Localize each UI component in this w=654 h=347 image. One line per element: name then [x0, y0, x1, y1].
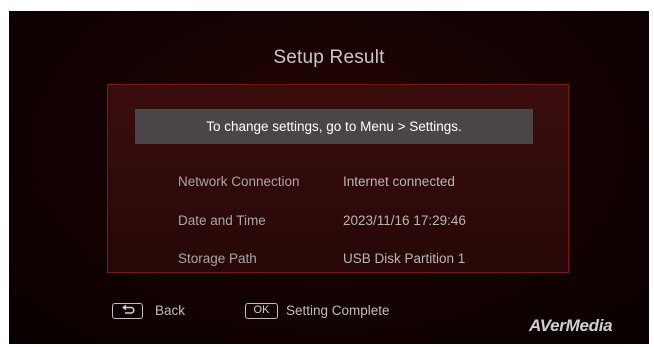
brand-logo: AVerMedia: [529, 316, 613, 335]
page-title: Setup Result: [273, 47, 385, 68]
settings-notice: To change settings, go to Menu > Setting…: [135, 109, 533, 144]
back-key-icon[interactable]: [112, 303, 143, 319]
date-time-label: Date and Time: [178, 213, 266, 228]
network-connection-label: Network Connection: [178, 174, 300, 189]
storage-path-label: Storage Path: [178, 251, 257, 266]
setting-complete-label[interactable]: Setting Complete: [286, 303, 390, 319]
storage-path-value: USB Disk Partition 1: [343, 251, 466, 266]
date-time-value: 2023/11/16 17:29:46: [343, 213, 466, 228]
network-connection-value: Internet connected: [343, 174, 455, 189]
ok-key-icon[interactable]: OK: [245, 303, 278, 319]
device-screen: Setup Result To change settings, go to M…: [9, 11, 649, 344]
result-row-network: Network Connection Internet connected: [108, 174, 568, 194]
back-label[interactable]: Back: [155, 303, 185, 319]
result-row-datetime: Date and Time 2023/11/16 17:29:46: [108, 213, 568, 233]
result-row-storage: Storage Path USB Disk Partition 1: [108, 251, 568, 271]
result-panel: To change settings, go to Menu > Setting…: [107, 84, 569, 273]
